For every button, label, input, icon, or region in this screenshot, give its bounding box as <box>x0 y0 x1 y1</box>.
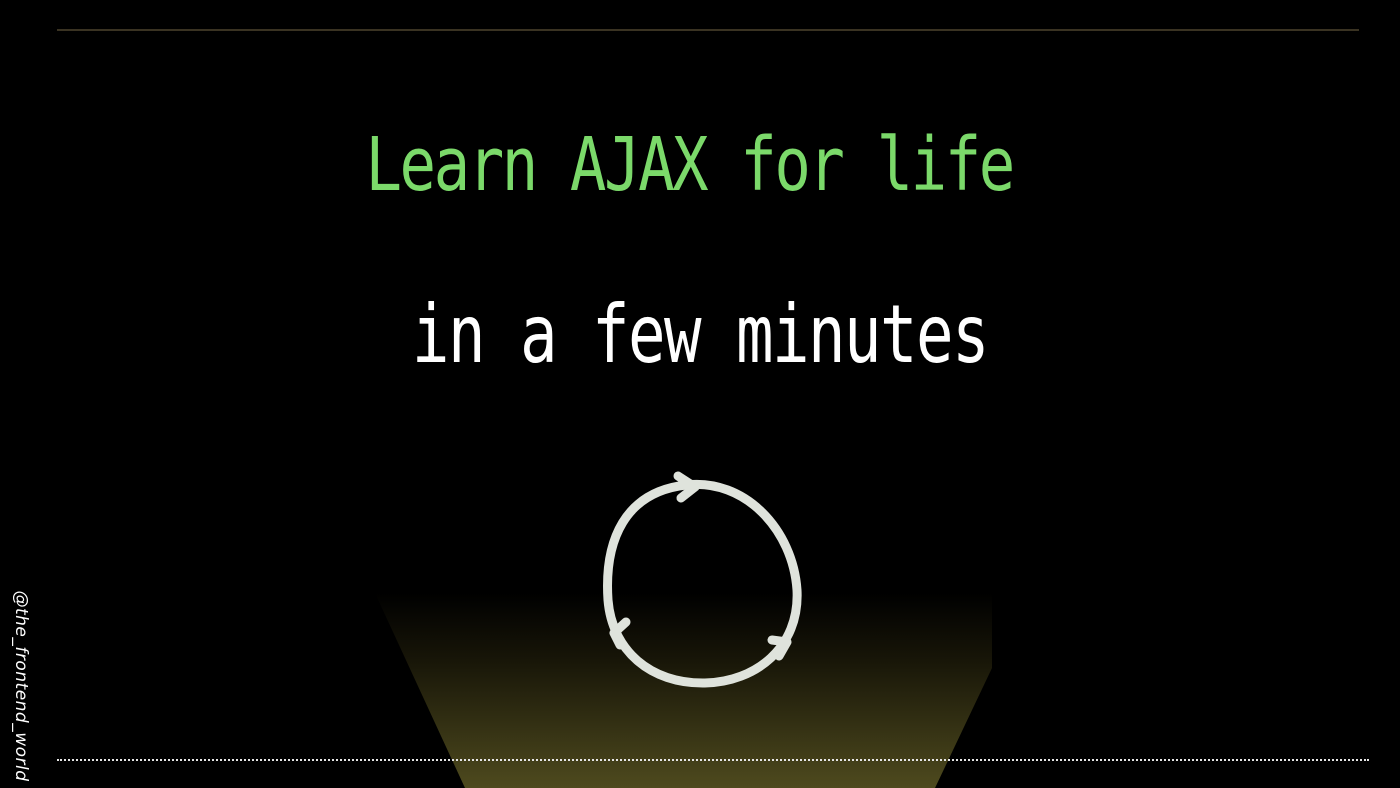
author-handle: @the_frontend_world <box>8 588 34 784</box>
circular-arrows-cycle-icon <box>603 471 802 688</box>
author-handle-text: @the_frontend_world <box>11 590 31 782</box>
slide: Learn AJAX for life in a few minutes @th… <box>0 0 1400 788</box>
